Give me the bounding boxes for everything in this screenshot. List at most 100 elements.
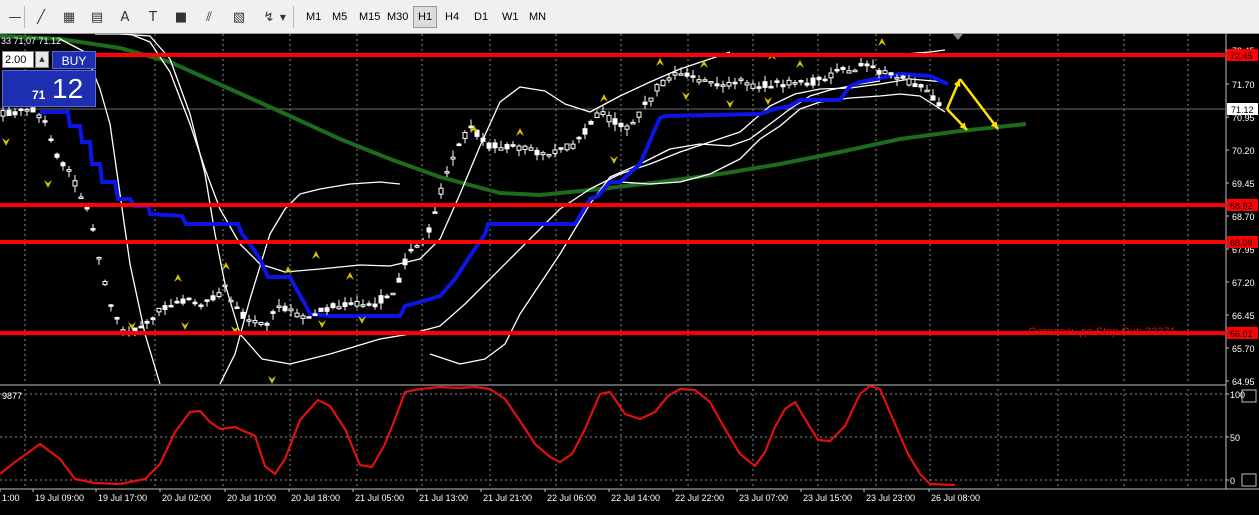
candle-body bbox=[528, 147, 534, 151]
candle-body bbox=[264, 322, 270, 326]
candle-body bbox=[216, 292, 222, 298]
candle-body bbox=[588, 120, 594, 125]
fractal-down-marker bbox=[764, 97, 772, 105]
fibonacci-icon[interactable]: ▤ bbox=[86, 6, 108, 28]
candle-body bbox=[30, 107, 36, 113]
time-tick-label: 20 Jul 10:00 bbox=[227, 493, 276, 503]
candle-body bbox=[258, 322, 264, 325]
text-icon[interactable]: A bbox=[114, 6, 136, 28]
timeframe-m15[interactable]: M15 bbox=[355, 7, 384, 27]
candle-body bbox=[540, 152, 546, 156]
candle-body bbox=[300, 315, 306, 319]
candle-body bbox=[426, 227, 432, 233]
candle-body bbox=[732, 81, 738, 85]
candle-body bbox=[480, 137, 486, 142]
candle-body bbox=[24, 109, 30, 112]
candle-body bbox=[642, 101, 648, 105]
candle-body bbox=[36, 114, 42, 119]
candle-body bbox=[936, 102, 942, 107]
candle-body bbox=[378, 295, 384, 304]
candle-body bbox=[534, 149, 540, 156]
fractal-down-marker bbox=[181, 322, 189, 330]
candle-body bbox=[192, 301, 198, 305]
candle-body bbox=[564, 143, 570, 151]
candle-body bbox=[84, 207, 90, 210]
candle-body bbox=[738, 78, 744, 81]
lot-stepper[interactable]: ▲ bbox=[35, 51, 49, 68]
candle-body bbox=[894, 77, 900, 80]
candle-body bbox=[912, 83, 918, 88]
fractal-down-marker bbox=[318, 320, 326, 328]
price-tick-label: 69.45 bbox=[1232, 179, 1255, 189]
candle-body bbox=[906, 78, 912, 86]
candle-body bbox=[630, 121, 636, 125]
price-tick-label: 65.70 bbox=[1232, 344, 1255, 354]
timeframe-mn[interactable]: MN bbox=[525, 7, 550, 27]
timeframe-m1[interactable]: M1 bbox=[302, 7, 325, 27]
oscillator-label: 9877 bbox=[2, 391, 22, 401]
trendline-icon[interactable]: ╱ bbox=[30, 6, 52, 28]
channel-icon[interactable]: ▦ bbox=[58, 6, 80, 28]
timeframe-m30[interactable]: M30 bbox=[383, 7, 412, 27]
text-label-icon[interactable]: T bbox=[142, 6, 164, 28]
stop-out-text: Осталось до Stop Out: 33371 bbox=[1028, 326, 1176, 338]
crosshair-line-icon[interactable]: — bbox=[4, 6, 26, 28]
chart-grid bbox=[0, 34, 1259, 490]
candle-body bbox=[138, 325, 144, 329]
timeframe-h4[interactable]: H4 bbox=[441, 7, 463, 27]
fractal-up-marker bbox=[346, 272, 354, 280]
candle-body bbox=[612, 118, 618, 125]
price-tick-label: 71.70 bbox=[1232, 80, 1255, 90]
candle-body bbox=[462, 131, 468, 139]
rectangle-icon[interactable]: ■ bbox=[170, 6, 192, 28]
candle-body bbox=[570, 143, 576, 149]
fractal-down-marker bbox=[610, 156, 618, 164]
candle-body bbox=[876, 70, 882, 75]
candle-body bbox=[450, 156, 456, 160]
lot-size-input[interactable]: 2.00 bbox=[2, 51, 34, 68]
candle-body bbox=[96, 256, 102, 260]
candle-body bbox=[48, 138, 54, 142]
timeframe-h1[interactable]: H1 bbox=[413, 6, 438, 28]
candle-body bbox=[42, 120, 48, 123]
candle-body bbox=[336, 306, 342, 310]
candle-body bbox=[90, 228, 96, 231]
fractal-up-marker bbox=[516, 128, 524, 136]
price-tick-label: 66.45 bbox=[1232, 311, 1255, 321]
price-tick-label: 67.20 bbox=[1232, 278, 1255, 288]
timeframe-m5[interactable]: M5 bbox=[328, 7, 351, 27]
candle-body bbox=[558, 147, 564, 150]
arrows-dropdown-chevron-icon[interactable]: ▼ bbox=[278, 6, 288, 28]
candle-body bbox=[342, 302, 348, 307]
fractal-up-marker bbox=[656, 58, 664, 66]
candle-body bbox=[228, 299, 234, 303]
candle-body bbox=[648, 97, 654, 102]
buy-button[interactable]: BUY bbox=[52, 51, 96, 69]
candle-body bbox=[204, 299, 210, 302]
candle-body bbox=[168, 304, 174, 308]
candle-body bbox=[0, 110, 6, 117]
arrows-icon[interactable]: ↯ bbox=[258, 6, 280, 28]
toolbar: — ╱ ▦ ▤ A T ■ ⫽ ▧ ↯ ▼ M1 M5 M15 M30 H1 H4 D1 W1 MN bbox=[0, 0, 1259, 34]
fibo-fan-icon[interactable]: ⫽ bbox=[198, 6, 220, 28]
chart-area[interactable]: 72.4571.7070.9570.2069.4568.7067.9567.20… bbox=[0, 33, 1259, 511]
candle-body bbox=[858, 62, 864, 67]
gann-icon[interactable]: ▧ bbox=[228, 6, 250, 28]
candle-body bbox=[762, 81, 768, 88]
candle-body bbox=[918, 84, 924, 88]
timeframe-d1[interactable]: D1 bbox=[470, 7, 492, 27]
candle-body bbox=[402, 258, 408, 266]
candle-body bbox=[150, 317, 156, 320]
candle-body bbox=[666, 77, 672, 81]
fractal-up-marker bbox=[600, 94, 608, 102]
fractal-up-marker bbox=[700, 60, 708, 68]
candle-body bbox=[660, 79, 666, 87]
fractal-down-marker bbox=[44, 180, 52, 188]
candle-body bbox=[780, 84, 786, 88]
price-chart[interactable]: 72.4571.7070.9570.2069.4568.7067.9567.20… bbox=[0, 33, 1259, 511]
time-tick-label: 26 Jul 08:00 bbox=[931, 493, 980, 503]
candle-body bbox=[750, 83, 756, 89]
candle-body bbox=[360, 304, 366, 307]
candle-body bbox=[690, 75, 696, 78]
timeframe-w1[interactable]: W1 bbox=[498, 7, 523, 27]
